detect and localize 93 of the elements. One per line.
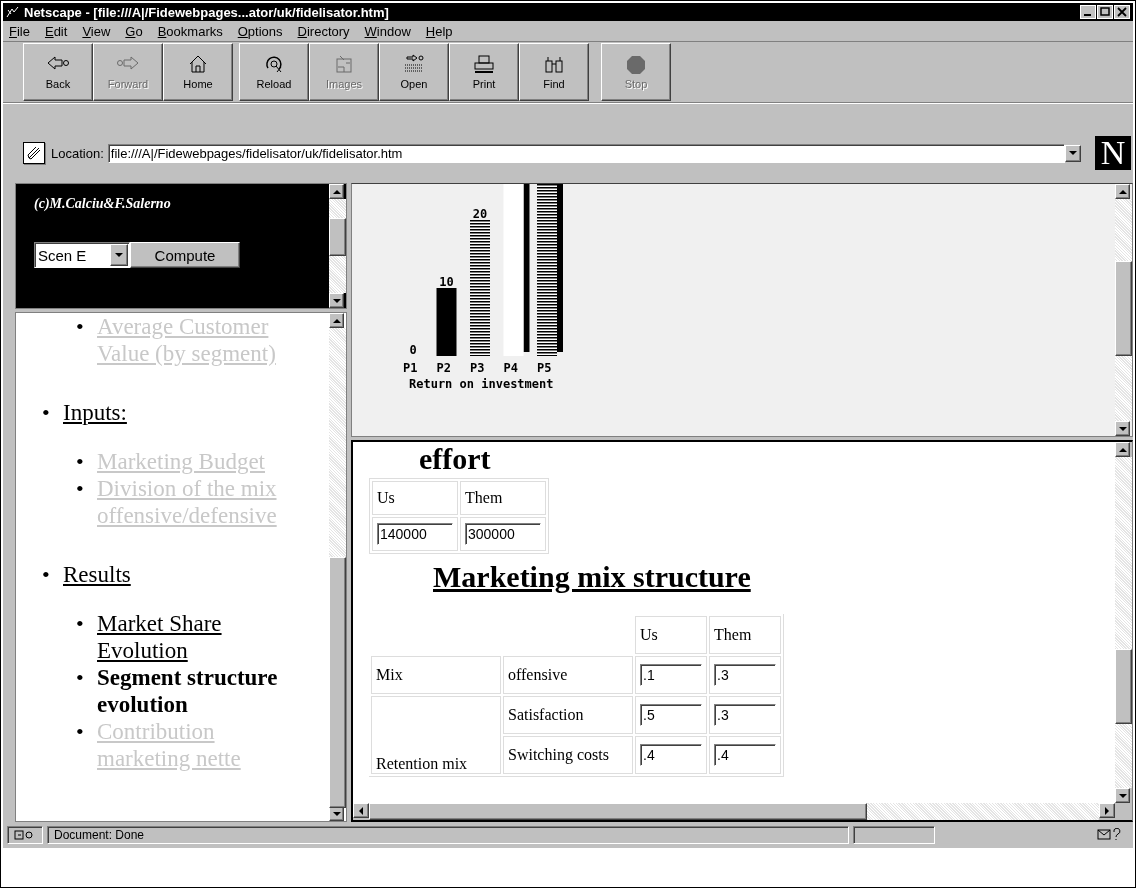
scroll-down-button[interactable] — [1115, 421, 1130, 436]
location-field[interactable]: file:///A|/Fidewebpages/fidelisator/uk/fidelisator.htm — [107, 143, 1065, 163]
scroll-up-button[interactable] — [1115, 442, 1130, 457]
print-icon — [472, 54, 496, 74]
nav-link[interactable]: Market Share Evolution — [97, 610, 297, 664]
find-button[interactable]: Find — [519, 43, 589, 101]
category-label: P5 — [537, 361, 552, 375]
arrow-icon — [1102, 805, 1112, 816]
nav-link[interactable]: Segment structure evolution — [97, 664, 297, 718]
window-title: Netscape - [file:///A|/Fidewebpages...ator/uk/fidelisator.htm] — [24, 4, 390, 20]
scroll-left-button[interactable] — [353, 803, 369, 818]
minimize-icon[interactable] — [1080, 5, 1096, 19]
open-icon — [402, 54, 426, 74]
bullet: • — [76, 448, 85, 475]
menu-item[interactable]: View — [82, 23, 111, 39]
data-label: 0 — [409, 343, 417, 357]
scroll-down-button[interactable] — [1115, 788, 1130, 803]
axis-title: Return on investment — [409, 377, 554, 391]
input-field[interactable]: .3 — [714, 664, 776, 686]
status-text: Document: Done — [47, 826, 849, 844]
scrollbar-thumb[interactable] — [1115, 648, 1132, 724]
column-header: Them — [460, 481, 546, 515]
menu-item[interactable]: Window — [364, 23, 411, 39]
input-field[interactable]: 140000 — [377, 523, 453, 545]
menu-item[interactable]: Go — [125, 23, 143, 39]
section-heading: effort — [419, 442, 492, 476]
table-cell: Satisfaction — [503, 696, 633, 734]
logo: N — [1095, 136, 1131, 170]
bookmark-icon[interactable] — [23, 142, 45, 164]
category-label: P4 — [503, 361, 518, 375]
scroll-right-button[interactable] — [1099, 803, 1115, 818]
scrollbar-thumb[interactable] — [369, 803, 868, 820]
close-icon[interactable] — [1114, 5, 1130, 19]
bullet: • — [76, 664, 85, 692]
row-label: Mix — [371, 656, 501, 694]
input-field[interactable]: 300000 — [465, 523, 541, 545]
bullet: • — [42, 399, 51, 426]
menu-item[interactable]: Bookmarks — [157, 23, 223, 39]
scroll-up-button[interactable] — [329, 313, 344, 328]
location-label: Location: — [51, 145, 104, 161]
column-header: Us — [372, 481, 458, 515]
menu-item[interactable]: File — [9, 23, 30, 39]
mail-icon[interactable] — [1097, 828, 1123, 842]
copyright-text: (c)M.Calciu&F.Salerno — [34, 196, 172, 212]
menu-item[interactable]: Directory — [297, 23, 350, 39]
menu-item[interactable]: Help — [425, 23, 453, 39]
column-header: Them — [709, 616, 781, 654]
menu-item[interactable]: Edit — [44, 23, 68, 39]
category-label: P2 — [436, 361, 451, 375]
bullet: • — [42, 561, 51, 588]
security-icon[interactable] — [7, 826, 43, 844]
arrow-icon — [1068, 148, 1078, 158]
print-button[interactable]: Print — [449, 43, 519, 101]
input-field[interactable]: .3 — [714, 704, 776, 726]
column-header: Us — [635, 616, 707, 654]
chart-bar — [436, 288, 457, 356]
maximize-icon[interactable] — [1097, 5, 1113, 19]
bullet: • — [76, 718, 85, 746]
dropdown-button[interactable] — [1065, 144, 1081, 162]
home-button[interactable]: Home — [163, 43, 233, 101]
back-button[interactable]: Back — [23, 43, 93, 101]
table-cell: Switching costs — [503, 736, 633, 774]
scrollbar-thumb[interactable] — [329, 217, 346, 256]
menu-item[interactable]: Options — [237, 23, 283, 39]
section-heading: Marketing mix structure — [433, 560, 752, 595]
category-label: P1 — [403, 361, 418, 375]
bullet: • — [76, 313, 85, 341]
scenario-dropdown[interactable]: Scen E — [34, 242, 130, 268]
scroll-down-button[interactable] — [329, 293, 344, 308]
input-field[interactable]: .4 — [714, 744, 776, 766]
bullet: • — [76, 610, 85, 638]
bullet: • — [76, 475, 85, 503]
stop-icon — [624, 54, 648, 74]
scroll-up-button[interactable] — [329, 184, 344, 199]
input-field[interactable]: .5 — [640, 704, 702, 726]
reload-button[interactable]: Reload — [239, 43, 309, 101]
compute-button[interactable]: Compute — [130, 242, 240, 268]
data-label: 20 — [472, 207, 488, 221]
input-field[interactable]: .1 — [640, 664, 702, 686]
scrollbar-thumb[interactable] — [329, 557, 346, 808]
app-icon — [6, 6, 20, 18]
category-label: P3 — [470, 361, 485, 375]
nav-link[interactable]: Inputs: — [63, 399, 127, 426]
find-icon — [542, 54, 566, 74]
row-label: Retention mix — [371, 696, 501, 774]
input-field[interactable]: .4 — [640, 744, 702, 766]
open-button[interactable]: Open — [379, 43, 449, 101]
table-cell: offensive — [503, 656, 633, 694]
scroll-up-button[interactable] — [1115, 184, 1130, 199]
data-label: 10 — [439, 275, 454, 289]
arrow-icon — [114, 250, 124, 260]
scrollbar-thumb[interactable] — [1115, 261, 1132, 357]
nav-link[interactable]: Results — [63, 561, 131, 588]
